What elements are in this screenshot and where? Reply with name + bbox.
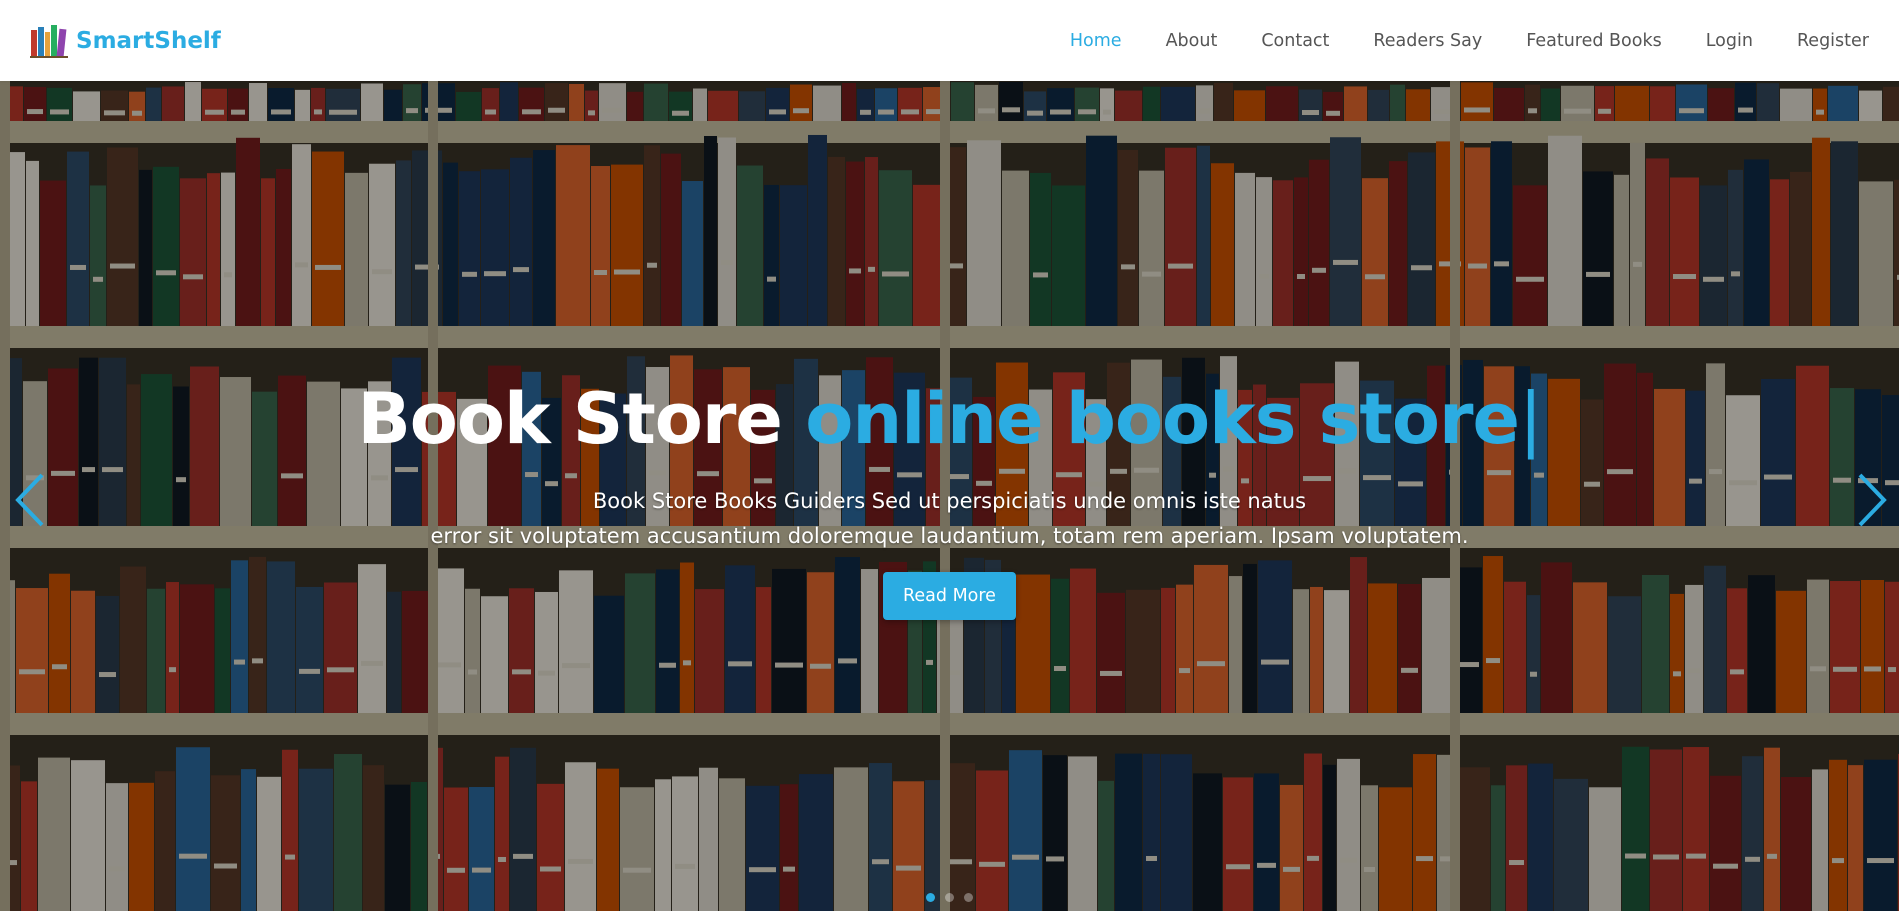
hero-title-typed: online books store [805, 378, 1520, 460]
brand-link[interactable]: SmartShelf [30, 24, 221, 58]
nav-link-login[interactable]: Login [1706, 31, 1753, 51]
top-navbar: SmartShelf Home About Contact Readers Say Fe… [0, 0, 1899, 81]
nav-link-about[interactable]: About [1166, 31, 1218, 51]
nav-link-readers-say[interactable]: Readers Say [1373, 31, 1482, 51]
typing-caret: | [1518, 378, 1543, 460]
chevron-right-icon [1858, 473, 1887, 527]
hero-content: Book Store online books store| Book Stor… [0, 381, 1899, 620]
carousel-next-button[interactable] [1852, 469, 1892, 531]
carousel-indicator[interactable] [945, 893, 954, 902]
read-more-button[interactable]: Read More [883, 572, 1016, 620]
chevron-left-icon [15, 473, 44, 527]
hero-title-static: Book Store [357, 378, 782, 460]
hero-subtitle-line1: Book Store Books Guiders Sed ut perspici… [592, 489, 1307, 513]
carousel-indicators [0, 893, 1899, 902]
nav-link-register[interactable]: Register [1797, 31, 1869, 51]
carousel-indicator[interactable] [926, 893, 935, 902]
nav-link-featured-books[interactable]: Featured Books [1526, 31, 1661, 51]
books-logo-icon [30, 24, 68, 58]
hero-carousel: Book Store online books store| Book Stor… [0, 81, 1899, 911]
carousel-prev-button[interactable] [10, 469, 50, 531]
hero-subtitle-line2: error sit voluptatem accusantium dolorem… [430, 524, 1469, 548]
hero-title: Book Store online books store| [0, 381, 1899, 458]
carousel-indicator[interactable] [964, 893, 973, 902]
hero-subtitle: Book Store Books Guiders Sed ut perspici… [0, 484, 1899, 554]
nav-link-home[interactable]: Home [1070, 31, 1122, 51]
brand-name: SmartShelf [76, 27, 221, 54]
main-nav: Home About Contact Readers Say Featured Book… [1026, 31, 1869, 51]
nav-link-contact[interactable]: Contact [1261, 31, 1329, 51]
